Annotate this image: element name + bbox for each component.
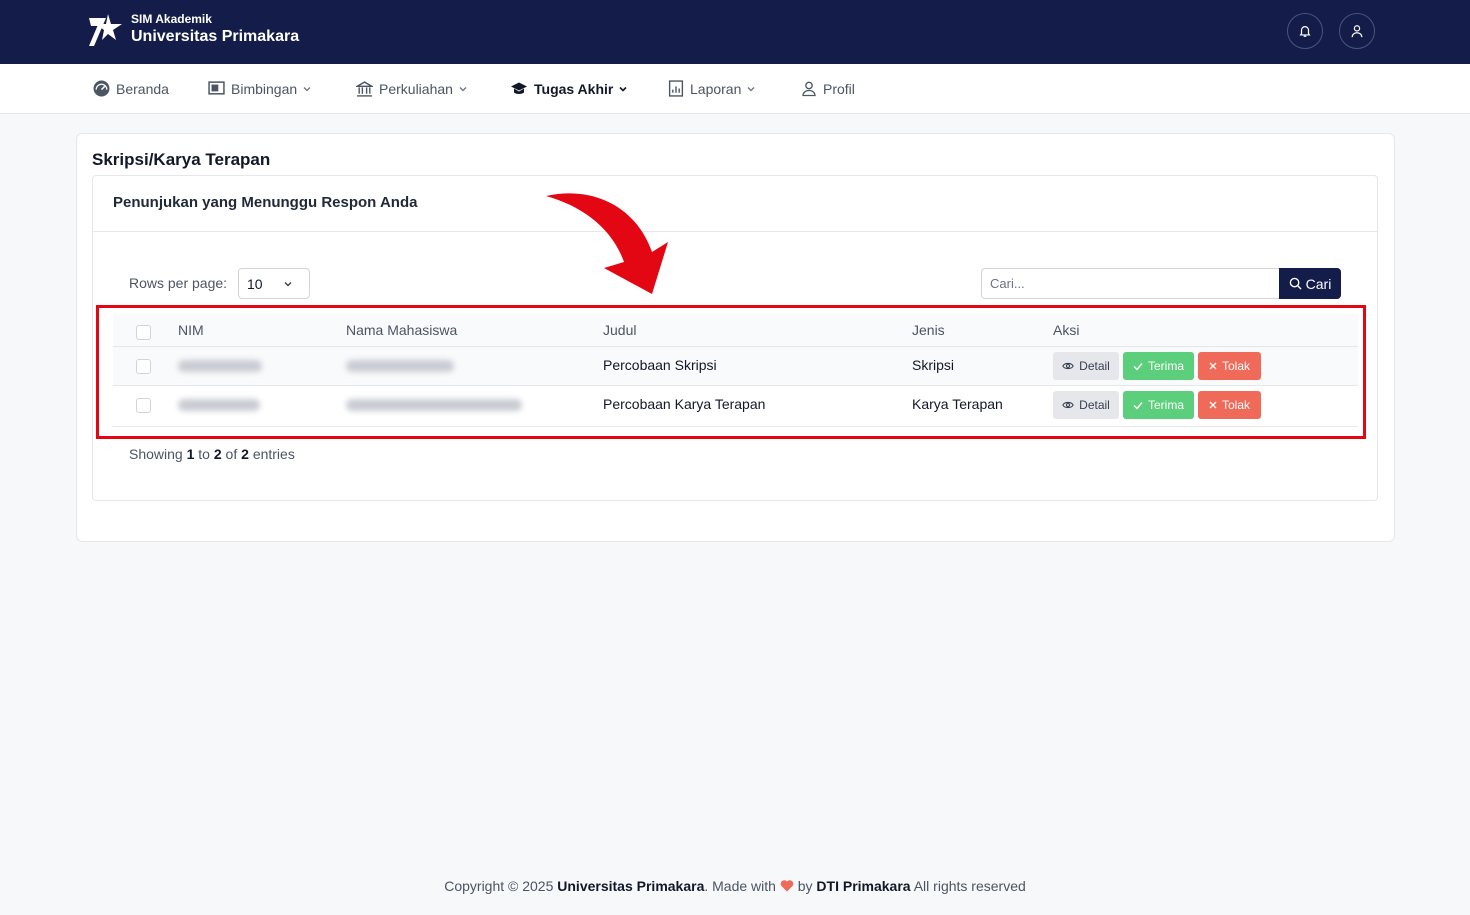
showing-to: 2 [213,446,222,462]
showing-of-word: of [225,446,238,462]
building-icon [356,80,373,97]
footer-made-with: . Made with [704,878,776,894]
graduation-cap-icon [511,82,527,94]
nav-laporan[interactable]: Laporan [668,64,756,113]
university-logo-icon [89,14,122,46]
nav-beranda-label: Beranda [116,80,169,97]
showing-prefix: Showing [129,446,183,462]
showing-total: 2 [241,446,249,462]
search-icon [1289,277,1302,290]
footer-team[interactable]: DTI Primakara [816,878,910,894]
user-menu-button[interactable] [1339,13,1375,49]
nav-bimbingan[interactable]: Bimbingan [208,64,312,113]
footer: Copyright © 2025 Universitas Primakara. … [0,878,1470,894]
heart-icon [780,880,794,892]
nav-perkuliahan-label: Perkuliahan [379,80,453,97]
page-title: Skripsi/Karya Terapan [92,150,271,169]
showing-to-word: to [198,446,210,462]
nav-beranda[interactable]: Beranda [93,64,169,113]
app-subtitle: SIM Akademik [131,12,212,26]
rows-per-page-label: Rows per page: [129,275,228,291]
highlight-box [96,305,1366,439]
app-title: Universitas Primakara [131,28,300,45]
user-icon [1351,25,1363,38]
showing-entries: Showing 1 to 2 of 2 entries [129,446,295,462]
report-icon [668,80,684,97]
nav-bimbingan-label: Bimbingan [231,80,298,97]
showing-from: 1 [186,446,195,462]
notification-button[interactable] [1287,13,1323,49]
rows-per-page-select[interactable]: 10 [238,268,310,299]
bell-icon [1299,26,1311,37]
footer-rights: All rights reserved [913,878,1026,894]
footer-by: by [797,878,813,894]
chevron-down-icon [303,86,311,91]
chevron-down-icon [459,86,467,91]
user-icon [802,81,816,97]
rows-per-page-value: 10 [247,275,263,292]
nav-perkuliahan[interactable]: Perkuliahan [356,64,468,113]
dashboard-icon [93,80,110,97]
chevron-down-icon [747,86,755,91]
nav-tugas-akhir[interactable]: Tugas Akhir [510,64,628,113]
section-title: Penunjukan yang Menunggu Respon Anda [113,194,418,211]
chevron-down-icon [619,86,627,92]
footer-copyright: Copyright © 2025 [444,878,554,894]
search-button[interactable]: Cari [1279,268,1341,299]
nav-profil[interactable]: Profil [801,64,855,113]
footer-org: Universitas Primakara [557,878,705,894]
nav-profil-label: Profil [823,80,855,97]
search-input[interactable] [981,268,1280,299]
annotation-arrow-icon [546,193,668,294]
top-bar: SIM Akademik Universitas Primakara [0,0,1470,64]
nav-laporan-label: Laporan [690,80,742,97]
showing-suffix: entries [252,446,295,462]
search-button-label: Cari [1305,275,1332,292]
panel-divider [93,231,1377,232]
chevron-down-icon [284,282,292,287]
presentation-icon [208,81,225,95]
nav-tugas-akhir-label: Tugas Akhir [534,80,614,97]
main-nav: Beranda Bimbingan Perkuliahan Tugas Akhi… [0,64,1470,114]
